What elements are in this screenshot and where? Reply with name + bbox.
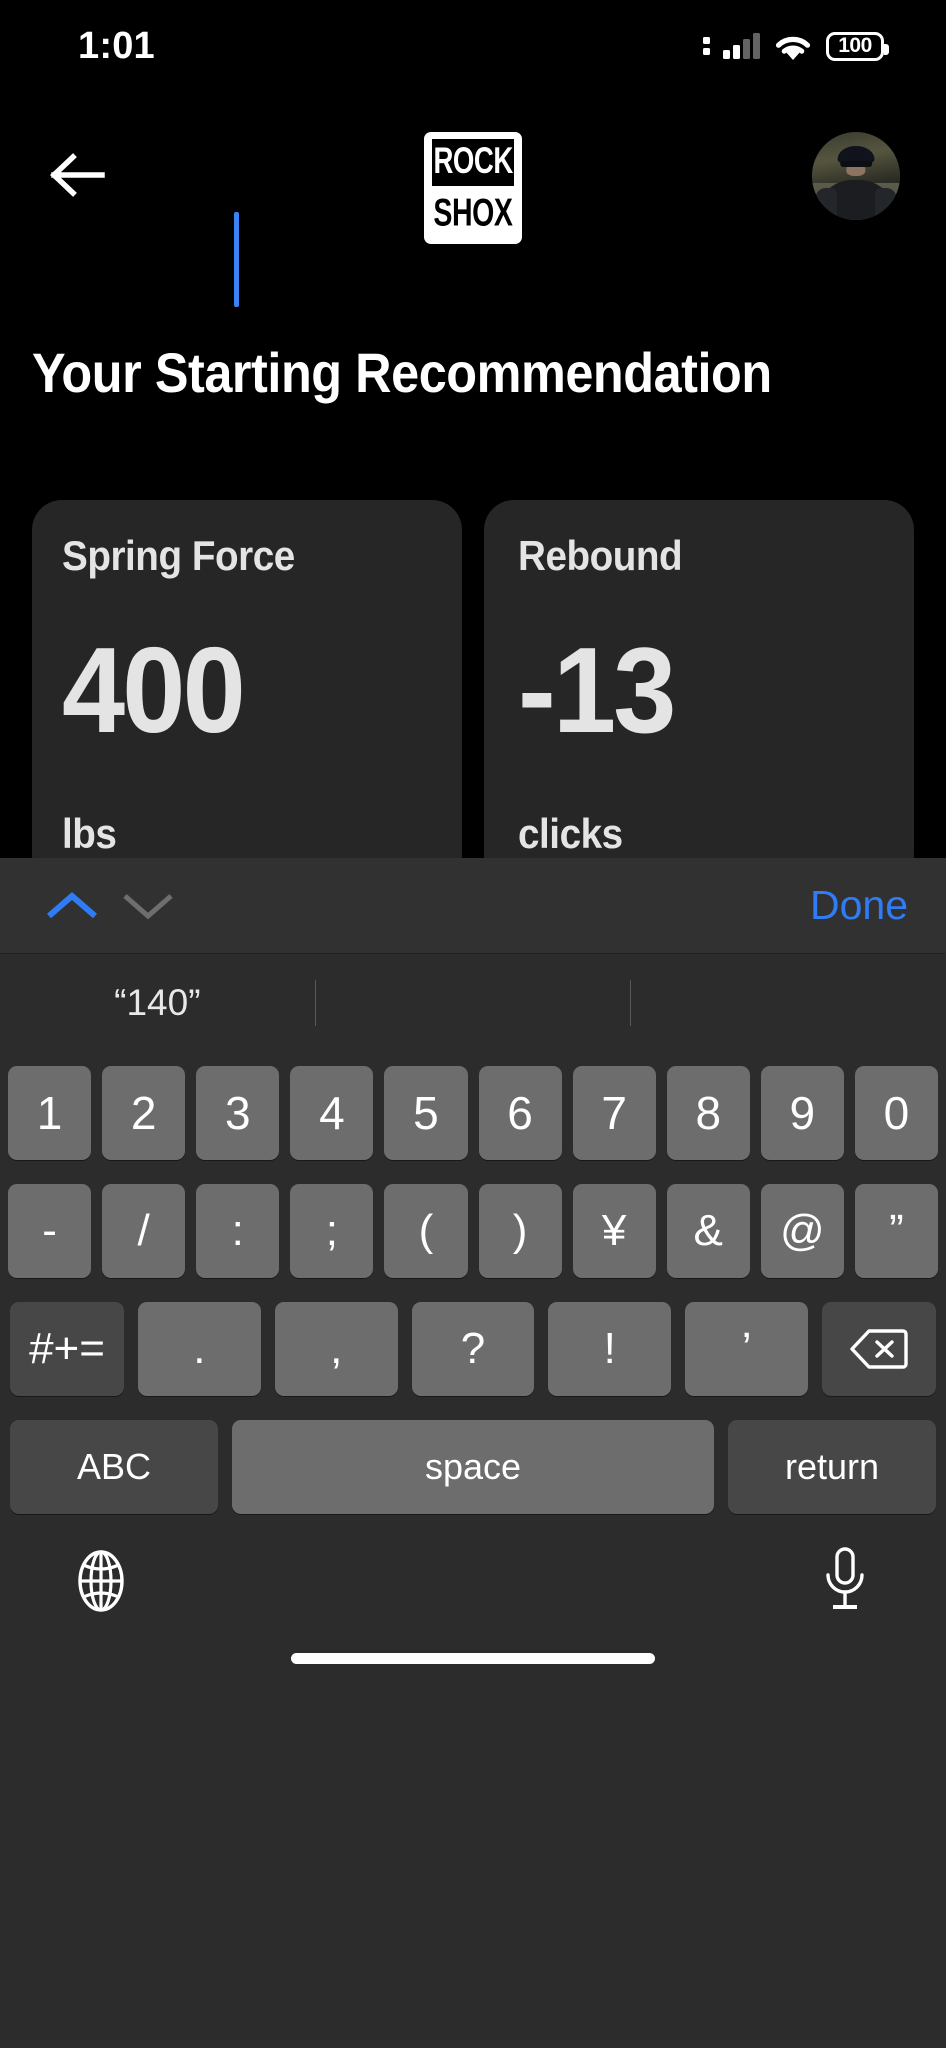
keyboard-toolbar: Done: [0, 858, 946, 954]
keyboard-row-symbols: - / : ; ( ) ¥ & @ ”: [8, 1184, 938, 1278]
back-button[interactable]: [42, 140, 112, 210]
signal-bars-icon: [703, 37, 710, 55]
globe-button[interactable]: [62, 1542, 140, 1620]
key-hyphen[interactable]: -: [8, 1184, 92, 1278]
key-paren-open[interactable]: (: [384, 1184, 468, 1278]
key-2[interactable]: 2: [102, 1066, 186, 1160]
key-colon[interactable]: :: [196, 1184, 280, 1278]
status-time: 1:01: [78, 24, 155, 67]
card-label: Rebound: [518, 532, 683, 579]
battery-icon: 100: [826, 31, 889, 61]
chevron-up-icon: [47, 891, 97, 918]
key-8[interactable]: 8: [666, 1066, 750, 1160]
next-field-button[interactable]: [110, 868, 186, 944]
key-3[interactable]: 3: [196, 1066, 280, 1160]
key-0[interactable]: 0: [854, 1066, 938, 1160]
card-value: 400: [62, 622, 246, 759]
card-rebound[interactable]: Rebound -13 clicks: [484, 500, 914, 884]
key-5[interactable]: 5: [384, 1066, 468, 1160]
globe-icon: [78, 1550, 124, 1612]
card-label: Spring Force: [62, 532, 295, 579]
key-abc-toggle[interactable]: ABC: [10, 1420, 218, 1514]
recommendation-cards: Spring Force 400 lbs Rebound -13 clicks: [32, 500, 914, 884]
page-title: Your Starting Recommendation: [32, 341, 772, 404]
status-bar: 1:01 100: [0, 0, 946, 92]
key-4[interactable]: 4: [290, 1066, 374, 1160]
key-1[interactable]: 1: [8, 1066, 92, 1160]
signal-bars-icon-main: [723, 33, 760, 59]
key-6[interactable]: 6: [478, 1066, 562, 1160]
logo-top-box: ROCK: [432, 139, 514, 186]
keyboard-row-numbers: 1 2 3 4 5 6 7 8 9 0: [8, 1066, 938, 1160]
logo-bottom-box: SHOX: [432, 190, 514, 237]
keyboard-row-punctuation: #+= . , ? ! ’: [8, 1302, 938, 1396]
key-symbols-toggle[interactable]: #+=: [10, 1302, 124, 1396]
key-comma[interactable]: ,: [274, 1302, 398, 1396]
card-spring-force[interactable]: Spring Force 400 lbs: [32, 500, 462, 884]
key-yen[interactable]: ¥: [572, 1184, 656, 1278]
predictive-text-bar: “140”: [0, 954, 946, 1052]
microphone-icon: [826, 1547, 864, 1609]
chevron-down-icon: [123, 893, 173, 919]
prediction-item-3[interactable]: [631, 954, 946, 1052]
prediction-item-2[interactable]: [316, 954, 631, 1052]
key-apostrophe[interactable]: ’: [685, 1302, 808, 1396]
key-space[interactable]: space: [232, 1420, 714, 1514]
prediction-label: “140”: [114, 982, 201, 1023]
card-unit: lbs: [62, 809, 117, 857]
status-indicators: 100: [703, 31, 889, 62]
logo-text-shox: SHOX: [433, 190, 513, 234]
arrow-left-icon: [50, 153, 105, 197]
key-slash[interactable]: /: [102, 1184, 186, 1278]
key-paren-close[interactable]: ): [478, 1184, 562, 1278]
key-semicolon[interactable]: ;: [290, 1184, 374, 1278]
keyboard-row-bottom: ABC space return: [8, 1420, 938, 1514]
key-question[interactable]: ?: [411, 1302, 535, 1396]
key-quote[interactable]: ”: [854, 1184, 938, 1278]
keyboard-bottom-bar: [0, 1524, 946, 1682]
done-button[interactable]: Done: [802, 882, 916, 929]
key-ampersand[interactable]: &: [666, 1184, 750, 1278]
wifi-icon: [772, 31, 814, 62]
battery-percent: 100: [838, 34, 872, 57]
dictation-button[interactable]: [806, 1542, 884, 1620]
rockshox-logo: ROCK SHOX: [424, 132, 522, 244]
previous-field-button[interactable]: [34, 868, 110, 944]
avatar[interactable]: [812, 132, 900, 220]
key-return[interactable]: return: [728, 1420, 936, 1514]
logo-text-rock: ROCK: [433, 141, 513, 182]
phone-screen: 1:01 100 ROCK SHOX Your Starting Recomme…: [0, 0, 946, 2048]
key-period[interactable]: .: [138, 1302, 261, 1396]
keyboard-keys: 1 2 3 4 5 6 7 8 9 0 - / : ; ( ) ¥ & @ ” …: [0, 1052, 946, 1514]
key-backspace[interactable]: [821, 1302, 936, 1396]
card-value: -13: [518, 622, 676, 759]
backspace-icon: [850, 1329, 908, 1369]
key-at[interactable]: @: [760, 1184, 844, 1278]
prediction-item-1[interactable]: “140”: [0, 954, 315, 1052]
key-7[interactable]: 7: [572, 1066, 656, 1160]
key-exclamation[interactable]: !: [548, 1302, 672, 1396]
key-9[interactable]: 9: [760, 1066, 844, 1160]
text-cursor: [234, 212, 239, 307]
keyboard: Done “140” 1 2 3 4 5 6 7 8 9 0 - /: ; (…: [0, 858, 946, 2048]
card-unit: clicks: [518, 809, 623, 857]
app-header: ROCK SHOX: [0, 92, 946, 307]
home-indicator: [291, 1653, 655, 1664]
